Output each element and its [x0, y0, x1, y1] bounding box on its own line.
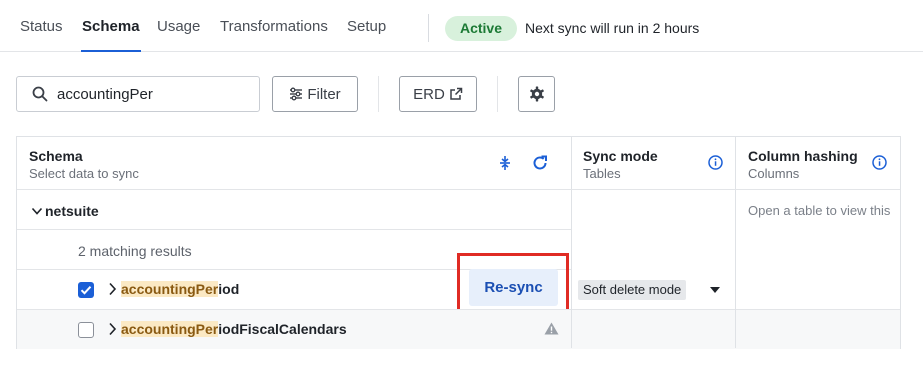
info-icon[interactable] [872, 155, 887, 170]
column-hashing-hint: Open a table to view this [748, 203, 891, 218]
check-icon [80, 286, 92, 295]
tab-status[interactable]: Status [20, 18, 63, 52]
divider [428, 14, 429, 42]
tab-transformations[interactable]: Transformations [220, 18, 328, 52]
sync-mode-column-subtitle: Tables [583, 166, 621, 181]
chevron-down-icon[interactable] [31, 206, 43, 216]
schema-column-title: Schema [29, 148, 83, 164]
gear-icon [529, 86, 544, 102]
tab-schema[interactable]: Schema [81, 18, 141, 52]
table-name[interactable]: accountingPeriod [108, 281, 239, 297]
tab-setup[interactable]: Setup [347, 18, 386, 52]
table-name-rest: iod [218, 281, 240, 297]
toolbar-divider [497, 76, 498, 112]
schema-name: netsuite [45, 203, 99, 219]
chevron-right-icon[interactable] [108, 322, 117, 336]
search-icon [32, 86, 48, 102]
match-count: 2 matching results [78, 243, 192, 259]
erd-button[interactable]: ERD [399, 76, 477, 112]
search-match-highlight: accountingPer [121, 281, 219, 297]
filter-button-label: Filter [307, 85, 341, 103]
sync-mode-column-title: Sync mode [583, 148, 658, 164]
collapse-all-icon[interactable] [499, 155, 511, 171]
schema-node-netsuite[interactable]: netsuite [31, 203, 99, 219]
table-name-rest: iodFiscalCalendars [218, 321, 347, 337]
filter-sliders-icon [290, 87, 303, 101]
sync-mode-select[interactable]: Soft delete mode [578, 280, 687, 300]
caret-down-icon[interactable] [710, 287, 720, 293]
tab-usage[interactable]: Usage [157, 18, 200, 52]
info-icon[interactable] [708, 155, 723, 170]
erd-button-label: ERD [413, 85, 445, 103]
filter-button[interactable]: Filter [272, 76, 358, 112]
row-divider [17, 229, 571, 230]
column-divider [571, 309, 572, 348]
search-field[interactable] [16, 76, 260, 112]
status-badge: Active [445, 16, 517, 41]
row-divider [17, 309, 900, 310]
search-input[interactable] [57, 84, 253, 104]
column-hashing-column-subtitle: Columns [748, 166, 800, 181]
top-navigation: Status Schema Usage Transformations Setu… [0, 0, 923, 52]
header-divider [17, 189, 900, 190]
column-divider [735, 309, 736, 348]
refresh-icon[interactable] [532, 155, 548, 171]
chevron-right-icon[interactable] [108, 282, 117, 296]
search-match-highlight: accountingPer [121, 321, 219, 337]
toolbar-divider [378, 76, 379, 112]
schema-column-subtitle: Select data to sync [29, 166, 139, 181]
table-row[interactable]: accountingPeriodFiscalCalendars [17, 309, 900, 349]
schema-table: Schema Select data to sync Sync mode Tab… [16, 136, 901, 349]
table-checkbox-checked[interactable] [78, 282, 94, 298]
table-name[interactable]: accountingPeriodFiscalCalendars [108, 321, 347, 337]
external-link-icon [450, 87, 463, 100]
table-checkbox-unchecked[interactable] [78, 322, 94, 338]
column-hashing-column-title: Column hashing [748, 148, 858, 164]
next-sync-text: Next sync will run in 2 hours [525, 20, 700, 36]
settings-button[interactable] [518, 76, 555, 112]
warning-icon [544, 322, 559, 335]
